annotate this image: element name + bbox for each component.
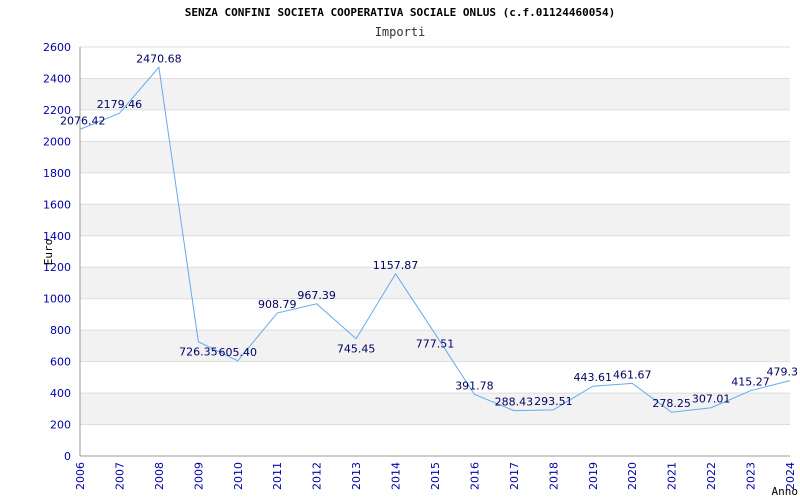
data-label: 967.39 [297, 289, 336, 302]
x-tick-label: 2010 [232, 462, 245, 490]
data-label: 605.40 [219, 346, 258, 359]
x-tick-label: 2023 [745, 462, 758, 490]
data-label: 443.61 [574, 371, 613, 384]
y-tick-label: 1800 [43, 167, 71, 180]
data-label: 908.79 [258, 298, 297, 311]
data-label: 391.78 [455, 379, 494, 392]
grid-band [80, 141, 790, 173]
y-tick-label: 2400 [43, 72, 71, 85]
x-tick-label: 2012 [311, 462, 324, 490]
x-tick-label: 2021 [666, 462, 679, 490]
y-tick-label: 2000 [43, 135, 71, 148]
y-tick-label: 400 [50, 387, 71, 400]
data-label: 461.67 [613, 368, 652, 381]
data-label: 777.51 [416, 338, 455, 351]
x-tick-label: 2008 [153, 462, 166, 490]
line-chart: 0200400600800100012001400160018002000220… [42, 41, 799, 498]
y-tick-label: 1000 [43, 293, 71, 306]
x-axis-ticks: 2006 2007 2008 2009 2010 2011 2012 2013 2014 2015… [74, 462, 797, 490]
x-tick-label: 2019 [587, 462, 600, 490]
grid-band [80, 78, 790, 110]
data-label: 479.3 [767, 366, 799, 379]
grid-bands [80, 78, 790, 425]
x-tick-label: 2020 [626, 462, 639, 490]
x-tick-label: 2016 [468, 462, 481, 490]
data-label: 2470.68 [136, 52, 182, 65]
x-tick-label: 2018 [547, 462, 560, 490]
x-tick-label: 2009 [192, 462, 205, 490]
y-tick-label: 2600 [43, 41, 71, 54]
x-tick-label: 2014 [390, 462, 403, 490]
y-tick-label: 0 [64, 450, 71, 463]
data-label: 1157.87 [373, 259, 419, 272]
x-tick-label: 2022 [705, 462, 718, 490]
y-axis-label: Euro [42, 239, 55, 266]
x-tick-label: 2006 [74, 462, 87, 490]
x-axis-label: Anno [772, 485, 799, 498]
x-tick-label: 2011 [271, 462, 284, 490]
grid-band [80, 204, 790, 236]
data-label: 288.43 [495, 396, 534, 409]
data-label: 415.27 [731, 376, 770, 389]
grid-band [80, 267, 790, 299]
data-label: 745.45 [337, 343, 376, 356]
x-tick-label: 2013 [350, 462, 363, 490]
data-label: 293.51 [534, 395, 573, 408]
y-tick-label: 200 [50, 419, 71, 432]
data-label: 278.25 [652, 397, 691, 410]
data-label: 307.01 [692, 393, 731, 406]
data-label: 2076.42 [60, 114, 106, 127]
y-tick-label: 1600 [43, 198, 71, 211]
x-tick-label: 2015 [429, 462, 442, 490]
data-label: 726.35 [179, 346, 218, 359]
x-tick-label: 2017 [508, 462, 521, 490]
y-tick-label: 800 [50, 324, 71, 337]
x-tick-label: 2007 [113, 462, 126, 490]
data-label: 2179.46 [97, 98, 143, 111]
y-tick-label: 600 [50, 356, 71, 369]
